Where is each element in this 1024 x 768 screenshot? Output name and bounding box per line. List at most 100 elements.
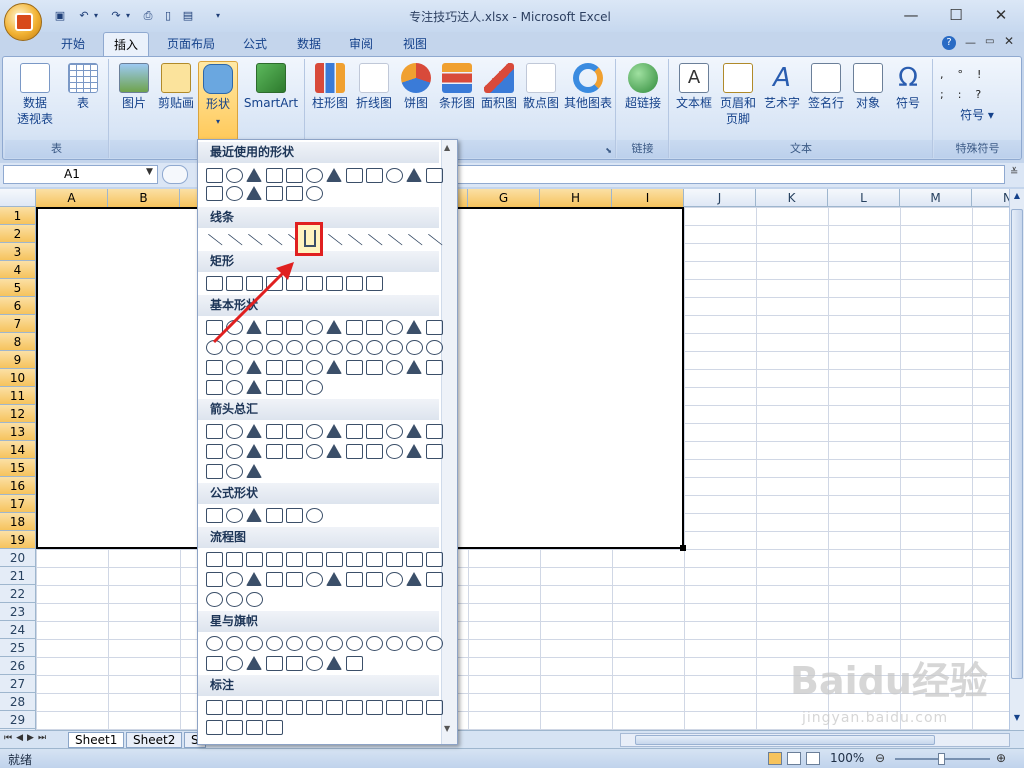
shape-option-icon[interactable] [386, 168, 403, 183]
object-button[interactable]: 对象 [848, 61, 888, 111]
shape-option-icon[interactable] [346, 276, 363, 291]
redo-icon[interactable]: ↷ [108, 8, 124, 23]
scroll-up-icon[interactable]: ▲ [1011, 191, 1023, 205]
row-header[interactable]: 24 [0, 621, 35, 639]
shape-option-icon[interactable] [346, 340, 363, 355]
shape-option-icon[interactable] [366, 700, 383, 715]
shape-option-icon[interactable] [346, 424, 363, 439]
shape-option-icon[interactable] [246, 276, 263, 291]
bar-chart-button[interactable]: 条形图 [436, 61, 478, 111]
shape-option-icon[interactable] [346, 636, 363, 651]
shape-option-icon[interactable] [306, 572, 323, 587]
shape-option-icon[interactable] [266, 572, 283, 587]
normal-view-icon[interactable] [768, 752, 782, 765]
column-header[interactable]: M [900, 189, 972, 207]
shape-option-icon[interactable] [206, 720, 223, 735]
shape-option-icon[interactable] [266, 276, 283, 291]
shape-option-icon[interactable] [386, 700, 403, 715]
shape-option-icon[interactable] [266, 444, 283, 459]
shape-option-icon[interactable] [226, 700, 243, 715]
shape-option-icon[interactable] [406, 700, 423, 715]
shape-option-icon[interactable] [386, 552, 403, 567]
row-header[interactable]: 19 [0, 531, 35, 549]
shape-option-icon[interactable] [206, 380, 223, 395]
hscroll-thumb[interactable] [635, 735, 935, 745]
shape-option-icon[interactable] [306, 186, 323, 201]
dropdown-scroll-up-icon[interactable]: ▲ [444, 143, 450, 152]
row-header[interactable]: 29 [0, 711, 35, 729]
ribbon-minimize-icon[interactable]: — [965, 36, 976, 49]
shape-option-icon[interactable] [326, 424, 342, 438]
elbow-connector-highlight[interactable] [295, 222, 323, 256]
shape-option-icon[interactable] [286, 572, 303, 587]
tab-review[interactable]: 审阅 [338, 32, 384, 56]
shape-option-icon[interactable] [326, 572, 342, 586]
shape-option-icon[interactable] [226, 508, 243, 523]
shape-option-icon[interactable] [306, 656, 323, 671]
shape-option-icon[interactable] [246, 636, 263, 651]
shape-option-icon[interactable] [407, 233, 423, 247]
shape-option-icon[interactable] [426, 572, 443, 587]
shape-option-icon[interactable] [286, 320, 303, 335]
sheet-tab-1[interactable]: Sheet1 [68, 732, 125, 748]
shape-option-icon[interactable] [226, 424, 243, 439]
column-header[interactable]: G [468, 189, 540, 207]
shape-option-icon[interactable] [226, 464, 243, 479]
row-header[interactable]: 20 [0, 549, 35, 567]
maximize-icon[interactable]: ☐ [939, 4, 973, 26]
shape-option-icon[interactable] [366, 444, 383, 459]
shape-option-icon[interactable] [406, 340, 423, 355]
minimize-icon[interactable]: — [894, 4, 928, 26]
undo-icon[interactable]: ↶ [76, 8, 92, 23]
area-chart-button[interactable]: 面积图 [478, 61, 520, 111]
shape-option-icon[interactable] [366, 424, 383, 439]
signature-line-button[interactable]: 签名行 [804, 61, 848, 111]
shape-option-icon[interactable] [426, 424, 443, 439]
shape-option-icon[interactable] [226, 380, 243, 395]
shape-option-icon[interactable] [246, 186, 262, 200]
row-header[interactable]: 23 [0, 603, 35, 621]
row-header[interactable]: 3 [0, 243, 35, 261]
customize-qat-icon[interactable]: ▾ [214, 8, 222, 23]
shape-option-icon[interactable] [306, 380, 323, 395]
name-box[interactable]: A1 [3, 165, 158, 184]
shape-option-icon[interactable] [306, 424, 323, 439]
shape-option-icon[interactable] [207, 233, 223, 247]
hyperlink-button[interactable]: 超链接 [619, 61, 667, 111]
shape-option-icon[interactable] [367, 233, 383, 247]
page-break-view-icon[interactable] [806, 752, 820, 765]
shape-option-icon[interactable] [366, 572, 383, 587]
shape-option-icon[interactable] [426, 444, 443, 459]
shape-option-icon[interactable] [226, 636, 243, 651]
shape-option-icon[interactable] [426, 320, 443, 335]
shape-option-icon[interactable] [386, 636, 403, 651]
row-header[interactable]: 10 [0, 369, 35, 387]
shape-option-icon[interactable] [266, 360, 283, 375]
shape-option-icon[interactable] [266, 320, 283, 335]
shape-option-icon[interactable] [346, 168, 363, 183]
shape-option-icon[interactable] [286, 380, 303, 395]
shape-option-icon[interactable] [286, 340, 303, 355]
shape-option-icon[interactable] [246, 592, 263, 607]
shape-option-icon[interactable] [306, 320, 323, 335]
shape-option-icon[interactable] [426, 360, 443, 375]
sheet-nav-icon[interactable]: ⏮◀▶⏭ [4, 733, 50, 743]
shape-option-icon[interactable] [406, 552, 423, 567]
worksheet-grid[interactable]: ABCDEFGHIJKLMN 1234567891011121314151617… [0, 189, 1024, 730]
shape-option-icon[interactable] [206, 636, 223, 651]
shape-option-icon[interactable] [266, 380, 283, 395]
row-header[interactable]: 28 [0, 693, 35, 711]
shape-option-icon[interactable] [226, 720, 243, 735]
shape-option-icon[interactable] [226, 572, 243, 587]
tab-view[interactable]: 视图 [392, 32, 438, 56]
shape-option-icon[interactable] [206, 186, 223, 201]
shape-option-icon[interactable] [426, 636, 443, 651]
shape-option-icon[interactable] [366, 340, 383, 355]
shape-option-icon[interactable] [206, 592, 223, 607]
column-chart-button[interactable]: 柱形图 [308, 61, 352, 111]
row-header[interactable]: 18 [0, 513, 35, 531]
zoom-in-icon[interactable]: ⊕ [996, 751, 1006, 765]
shape-option-icon[interactable] [406, 572, 422, 586]
row-header[interactable]: 7 [0, 315, 35, 333]
shape-option-icon[interactable] [366, 320, 383, 335]
